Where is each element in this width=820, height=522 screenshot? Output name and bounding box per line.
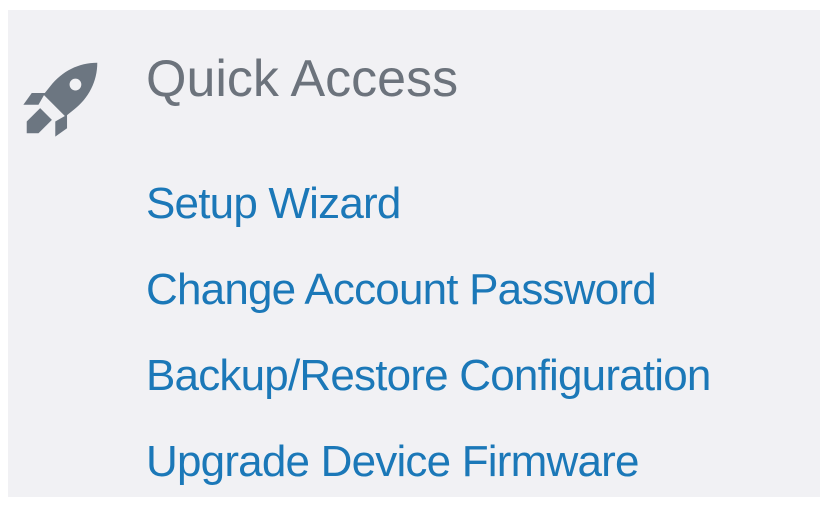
quick-access-title: Quick Access xyxy=(146,50,459,108)
backup-restore-configuration-link[interactable]: Backup/Restore Configuration xyxy=(146,350,711,402)
quick-access-panel: Quick Access Setup Wizard Change Account… xyxy=(8,10,820,497)
list-item: Upgrade Device Firmware xyxy=(146,436,711,522)
rocket-icon xyxy=(20,56,104,140)
list-item: Setup Wizard xyxy=(146,178,711,264)
quick-access-links: Setup Wizard Change Account Password Bac… xyxy=(146,178,711,522)
upgrade-device-firmware-link[interactable]: Upgrade Device Firmware xyxy=(146,436,639,488)
setup-wizard-link[interactable]: Setup Wizard xyxy=(146,178,401,230)
list-item: Backup/Restore Configuration xyxy=(146,350,711,436)
list-item: Change Account Password xyxy=(146,264,711,350)
quick-access-header: Quick Access xyxy=(8,48,820,138)
change-account-password-link[interactable]: Change Account Password xyxy=(146,264,657,316)
